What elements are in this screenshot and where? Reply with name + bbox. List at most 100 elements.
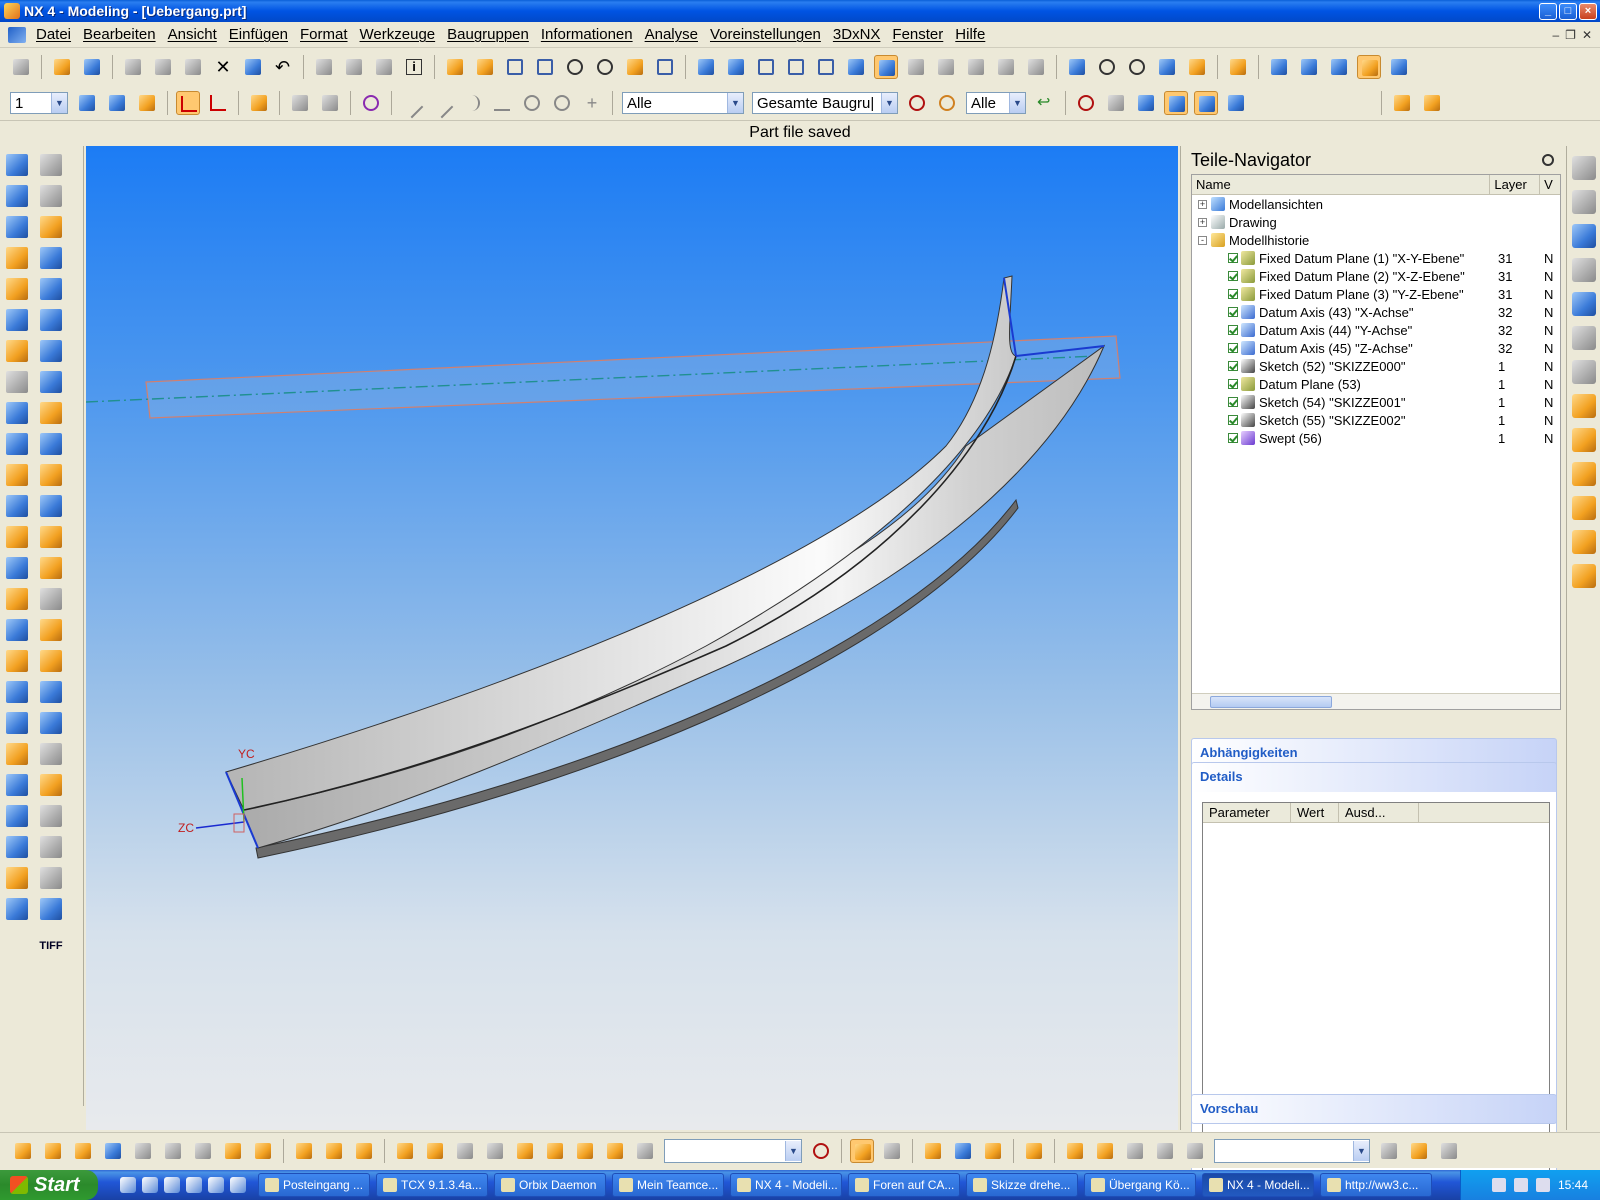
patch-icon[interactable]: [6, 712, 28, 734]
rib-icon[interactable]: [40, 247, 62, 269]
bottom-tool-35[interactable]: [1407, 1139, 1431, 1163]
column-name[interactable]: Name: [1192, 175, 1491, 194]
menu-hilfe[interactable]: Hilfe: [949, 26, 991, 43]
block-icon[interactable]: [6, 216, 28, 238]
tree-row[interactable]: Fixed Datum Plane (1) "X-Y-Ebene" 31 N: [1192, 249, 1560, 267]
taskbar-task[interactable]: Orbix Daemon: [494, 1173, 606, 1197]
thread-icon[interactable]: [6, 371, 28, 393]
bottom-tool-8[interactable]: [221, 1139, 245, 1163]
section-button[interactable]: [934, 55, 958, 79]
layer-btn-3[interactable]: [135, 91, 159, 115]
info-button[interactable]: i: [402, 55, 426, 79]
layer-btn-1[interactable]: [75, 91, 99, 115]
bottom-tool-14[interactable]: [423, 1139, 447, 1163]
cone-icon[interactable]: [6, 836, 28, 858]
taskbar-task[interactable]: Übergang Kö...: [1084, 1173, 1196, 1197]
visibility-checkbox[interactable]: [1228, 415, 1238, 425]
tree-row[interactable]: Sketch (52) "SKIZZE000" 1 N: [1192, 357, 1560, 375]
bottom-tool-22[interactable]: [809, 1139, 833, 1163]
bottom-tool-20[interactable]: [603, 1139, 627, 1163]
visibility-checkbox[interactable]: [1228, 361, 1238, 371]
pocket-icon[interactable]: [6, 340, 28, 362]
menu-informationen[interactable]: Informationen: [535, 26, 639, 43]
sweep-icon[interactable]: [6, 247, 28, 269]
visibility-checkbox[interactable]: [1228, 397, 1238, 407]
pan-button[interactable]: [623, 55, 647, 79]
menu-format[interactable]: Format: [294, 26, 354, 43]
sketch-icon[interactable]: [40, 154, 62, 176]
tube-icon[interactable]: [6, 278, 28, 300]
horizontal-scrollbar[interactable]: [1192, 693, 1560, 709]
face-filter-button[interactable]: [1164, 91, 1188, 115]
quick-launch-icon-6[interactable]: [230, 1177, 246, 1193]
menu-analyse[interactable]: Analyse: [639, 26, 704, 43]
select-button[interactable]: [288, 91, 312, 115]
sew-icon[interactable]: [6, 681, 28, 703]
menu-baugruppen[interactable]: Baugruppen: [441, 26, 535, 43]
studio-paint-icon[interactable]: [40, 898, 62, 920]
bottom-tool-33[interactable]: [1183, 1139, 1207, 1163]
wcs-origin-button[interactable]: [206, 91, 230, 115]
extract-icon[interactable]: [40, 464, 62, 486]
roles-icon[interactable]: [1571, 428, 1596, 452]
mirror-icon[interactable]: [6, 433, 28, 455]
chain-button[interactable]: [1104, 91, 1128, 115]
reuse-library-3-icon[interactable]: [1571, 564, 1596, 588]
visibility-checkbox[interactable]: [1228, 343, 1238, 353]
face-analysis-button[interactable]: [904, 55, 928, 79]
circle2-button[interactable]: [550, 91, 574, 115]
start-button[interactable]: Start: [0, 1170, 98, 1200]
taskbar-task[interactable]: NX 4 - Modeli...: [1202, 1173, 1314, 1197]
wrap-icon[interactable]: [6, 743, 28, 765]
layer-move-button[interactable]: [473, 55, 497, 79]
bottom-tool-4[interactable]: [101, 1139, 125, 1163]
print-button[interactable]: [9, 55, 33, 79]
mdi-minimize-icon[interactable]: –: [1552, 28, 1559, 42]
more-button[interactable]: [1387, 55, 1411, 79]
bottom-tool-36[interactable]: [1437, 1139, 1461, 1163]
collapse-icon[interactable]: -: [1198, 235, 1207, 245]
details-col-parameter[interactable]: Parameter: [1203, 803, 1291, 822]
taskbar-task[interactable]: Posteingang ...: [258, 1173, 370, 1197]
bottom-select-1[interactable]: ▼: [664, 1138, 802, 1163]
groove-icon[interactable]: [40, 309, 62, 331]
bottom-tool-15[interactable]: [453, 1139, 477, 1163]
zoom-window-button[interactable]: [533, 55, 557, 79]
axes-icon[interactable]: [40, 743, 62, 765]
view-button[interactable]: [653, 55, 677, 79]
color-button[interactable]: [935, 91, 959, 115]
menu-voreinstellungen[interactable]: Voreinstellungen: [704, 26, 827, 43]
tree-row[interactable]: Fixed Datum Plane (3) "Y-Z-Ebene" 31 N: [1192, 285, 1560, 303]
tree-row[interactable]: + Drawing: [1192, 213, 1560, 231]
bottom-tool-21[interactable]: [633, 1139, 657, 1163]
close-button[interactable]: ×: [1579, 2, 1597, 20]
active-part-button[interactable]: [1357, 55, 1381, 79]
bottom-tool-12[interactable]: [352, 1139, 376, 1163]
rotate-button[interactable]: [593, 55, 617, 79]
datum-csys-icon[interactable]: [6, 867, 28, 889]
circle-button[interactable]: [520, 91, 544, 115]
bottom-tool-5[interactable]: [131, 1139, 155, 1163]
layers-button[interactable]: [1155, 55, 1179, 79]
tree-row[interactable]: Datum Axis (43) "X-Achse" 32 N: [1192, 303, 1560, 321]
visibility-checkbox[interactable]: [1228, 271, 1238, 281]
bottom-tool-31[interactable]: [1123, 1139, 1147, 1163]
details-section[interactable]: Details: [1191, 762, 1557, 792]
training-icon[interactable]: [1571, 258, 1596, 282]
minimize-button[interactable]: _: [1539, 2, 1557, 20]
paint-button[interactable]: [1297, 55, 1321, 79]
tools-button[interactable]: [1226, 55, 1250, 79]
tray-icon-2[interactable]: [1513, 1178, 1528, 1192]
measure-button[interactable]: [372, 55, 396, 79]
face-edit-icon[interactable]: [40, 526, 62, 548]
visibility-checkbox[interactable]: [1228, 307, 1238, 317]
bottom-tool-24[interactable]: [880, 1139, 904, 1163]
snap-button[interactable]: [247, 91, 271, 115]
copy-button[interactable]: [151, 55, 175, 79]
studio-button[interactable]: [874, 55, 898, 79]
extrude-icon[interactable]: [6, 154, 28, 176]
bottom-tool-29[interactable]: [1063, 1139, 1087, 1163]
point-button[interactable]: [359, 91, 383, 115]
quick-launch-icon-5[interactable]: [208, 1177, 224, 1193]
offset-icon[interactable]: [6, 619, 28, 641]
